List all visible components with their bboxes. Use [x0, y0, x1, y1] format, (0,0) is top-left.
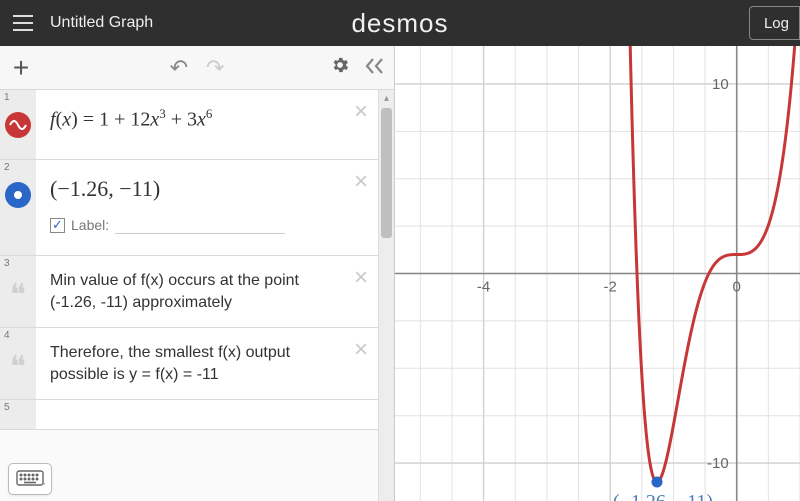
- expr-text: + 3: [166, 109, 197, 131]
- expr-text: (−1.26, −11): [50, 176, 160, 201]
- row-index: 1: [4, 92, 10, 103]
- expr-text: x: [150, 109, 159, 131]
- expression-content[interactable]: (−1.26, −11) ✓ Label:: [36, 160, 378, 255]
- sidebar-toolbar: + ↶ ↷: [0, 46, 394, 90]
- expr-text: 6: [206, 106, 213, 121]
- undo-button[interactable]: ↶: [170, 55, 188, 81]
- redo-button[interactable]: ↷: [206, 55, 224, 81]
- app-header: Untitled Graph desmos Log: [0, 0, 800, 46]
- add-expression-button[interactable]: +: [0, 46, 42, 90]
- expr-text: = 1 + 12: [78, 109, 151, 131]
- expression-list: 1 f(x) = 1 + 12x3 + 3x6 × 2: [0, 90, 394, 501]
- login-button[interactable]: Log: [749, 6, 800, 40]
- brand-logo: desmos: [351, 8, 448, 39]
- delete-row-icon[interactable]: ×: [354, 338, 368, 362]
- label-input[interactable]: [115, 216, 285, 234]
- graph-canvas[interactable]: -4 -2 0 10 -10 (−1.26, −11): [395, 46, 800, 501]
- gear-icon[interactable]: [330, 55, 350, 81]
- svg-text:(−1.26, −11): (−1.26, −11): [613, 491, 713, 501]
- row-gutter: 2: [0, 160, 36, 255]
- label-checkbox[interactable]: ✓: [50, 218, 65, 233]
- chevron-up-icon: ⌃: [39, 481, 47, 492]
- row-index: 2: [4, 162, 10, 173]
- point-color-icon[interactable]: [5, 182, 31, 208]
- scroll-up-icon[interactable]: ▴: [379, 90, 394, 106]
- svg-text:0: 0: [733, 279, 741, 296]
- row-index: 3: [4, 258, 10, 269]
- svg-text:-2: -2: [603, 279, 616, 296]
- expression-content[interactable]: f(x) = 1 + 12x3 + 3x6: [36, 90, 378, 159]
- expression-row[interactable]: 4 ❝ Therefore, the smallest f(x) output …: [0, 328, 378, 400]
- expression-sidebar: + ↶ ↷ 1: [0, 46, 395, 501]
- note-icon: ❝: [10, 360, 26, 375]
- expression-row[interactable]: 5: [0, 400, 378, 430]
- scrollbar-thumb[interactable]: [381, 108, 392, 238]
- collapse-sidebar-icon[interactable]: [364, 55, 386, 81]
- expr-text: x: [197, 109, 206, 131]
- scrollbar[interactable]: ▴: [378, 90, 394, 501]
- label-caption: Label:: [71, 217, 109, 233]
- delete-row-icon[interactable]: ×: [354, 266, 368, 290]
- undo-redo-group: ↶ ↷: [170, 55, 225, 81]
- expression-row[interactable]: 3 ❝ Min value of f(x) occurs at the poin…: [0, 256, 378, 328]
- svg-text:-10: -10: [707, 455, 729, 472]
- expression-row[interactable]: 2 (−1.26, −11) ✓ Label: ×: [0, 160, 378, 256]
- row-gutter: 4 ❝: [0, 328, 36, 399]
- workspace: + ↶ ↷ 1: [0, 46, 800, 501]
- delete-row-icon[interactable]: ×: [354, 170, 368, 194]
- label-row: ✓ Label:: [50, 216, 344, 234]
- expression-content[interactable]: [36, 400, 378, 429]
- graph-title[interactable]: Untitled Graph: [50, 14, 153, 32]
- function-color-icon[interactable]: [5, 112, 31, 138]
- expression-row[interactable]: 1 f(x) = 1 + 12x3 + 3x6 ×: [0, 90, 378, 160]
- expr-text: f: [50, 109, 56, 131]
- row-gutter: 1: [0, 90, 36, 159]
- graph-pane[interactable]: -4 -2 0 10 -10 (−1.26, −11): [395, 46, 800, 501]
- row-gutter: 5: [0, 400, 36, 429]
- svg-text:-4: -4: [477, 279, 490, 296]
- delete-row-icon[interactable]: ×: [354, 100, 368, 124]
- row-gutter: 3 ❝: [0, 256, 36, 327]
- row-index: 4: [4, 330, 10, 341]
- note-content[interactable]: Min value of f(x) occurs at the point (-…: [36, 256, 378, 327]
- note-content[interactable]: Therefore, the smallest f(x) output poss…: [36, 328, 378, 399]
- menu-icon[interactable]: [0, 0, 46, 46]
- row-index: 5: [4, 402, 10, 413]
- note-icon: ❝: [10, 288, 26, 303]
- expr-text: x: [62, 109, 71, 131]
- svg-text:10: 10: [712, 76, 729, 93]
- keyboard-button[interactable]: ⌃: [8, 463, 52, 495]
